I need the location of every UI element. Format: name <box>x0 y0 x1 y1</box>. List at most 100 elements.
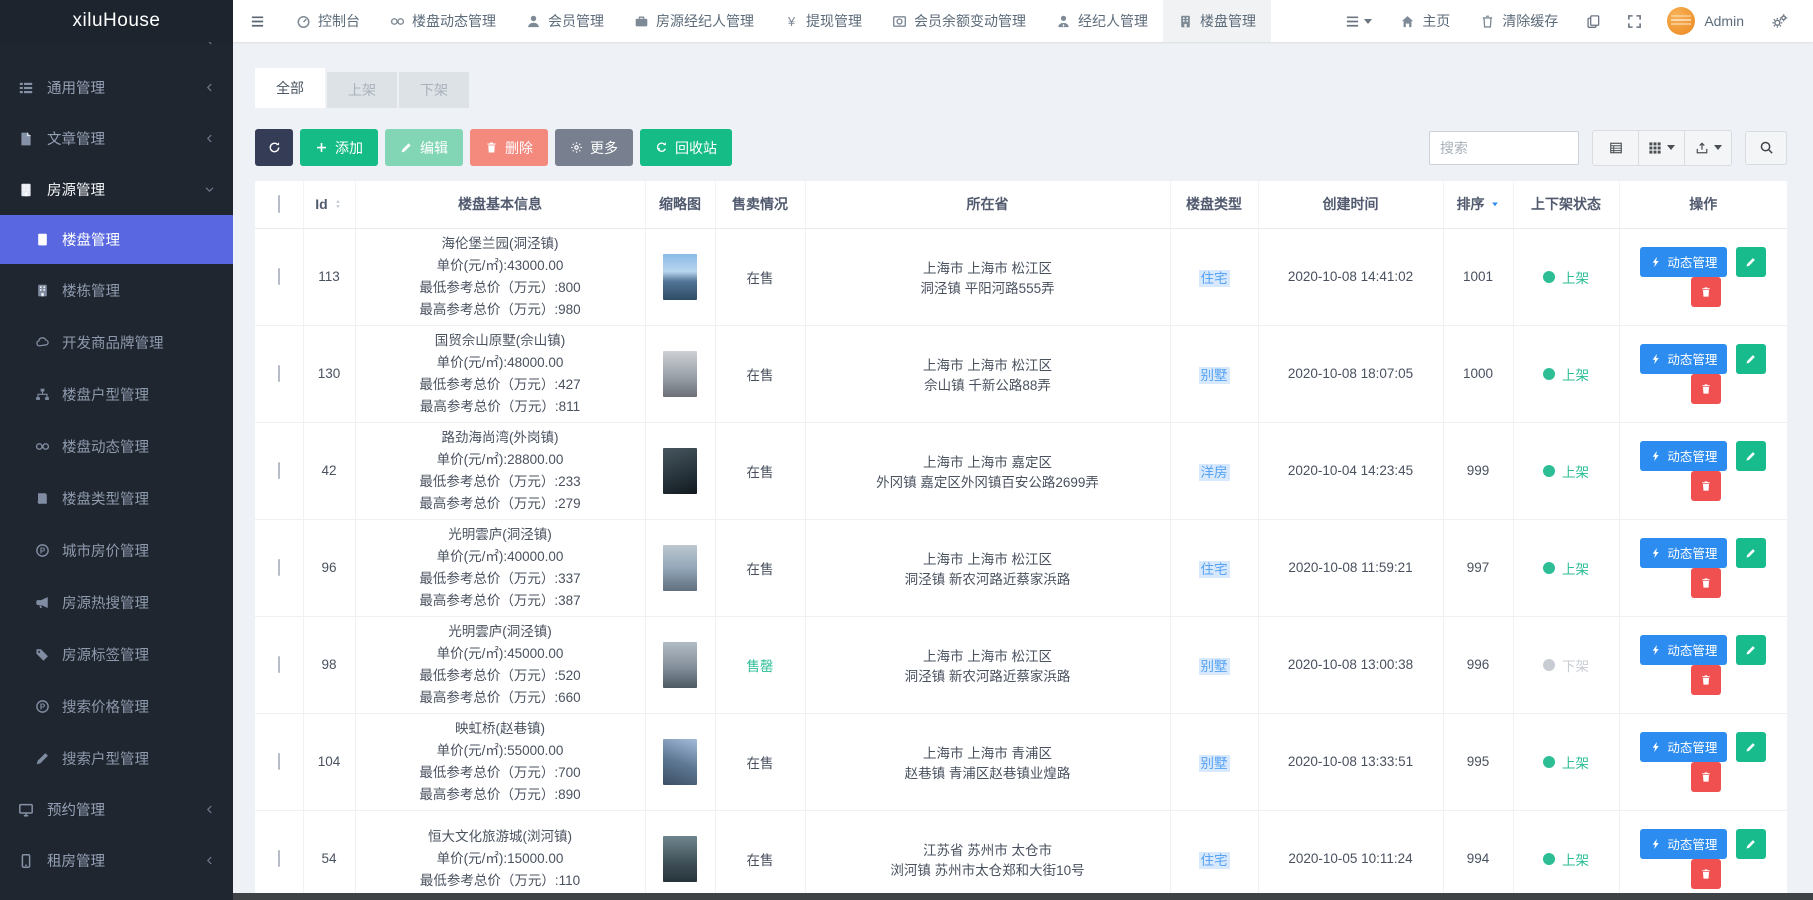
dynamic-manage-button[interactable]: 动态管理 <box>1640 634 1728 665</box>
filter-tab[interactable]: 全部 <box>255 68 325 108</box>
listing-thumbnail[interactable] <box>663 253 697 300</box>
listing-type-tag[interactable]: 别墅 <box>1198 366 1230 384</box>
listing-status[interactable]: 上架 <box>1543 461 1589 481</box>
sidebar-child-item[interactable]: 开发商品牌管理 <box>0 316 233 368</box>
select-all-checkbox[interactable] <box>277 195 280 214</box>
row-edit-button[interactable] <box>1736 246 1767 277</box>
column-header-province[interactable]: 所在省 <box>805 181 1171 229</box>
row-delete-button[interactable] <box>1690 761 1721 792</box>
listing-thumbnail[interactable] <box>663 738 697 785</box>
listing-type-tag[interactable]: 住宅 <box>1198 560 1230 578</box>
row-checkbox[interactable] <box>277 753 280 770</box>
listing-status[interactable]: 上架 <box>1543 849 1589 869</box>
home-link[interactable]: 主页 <box>1385 11 1465 31</box>
listing-thumbnail[interactable] <box>663 447 697 494</box>
topnav-item[interactable]: 控制台 <box>281 0 375 42</box>
sidebar-child-item[interactable]: 楼盘类型管理 <box>0 472 233 524</box>
dynamic-manage-button[interactable]: 动态管理 <box>1640 828 1728 859</box>
menu-list-dropdown[interactable] <box>1332 0 1385 42</box>
refresh-button[interactable] <box>255 129 293 166</box>
sidebar-child-item[interactable]: 房源热搜管理 <box>0 576 233 628</box>
export-dropdown-button[interactable] <box>1685 130 1731 165</box>
dynamic-manage-button[interactable]: 动态管理 <box>1640 440 1728 471</box>
sidebar-child-item[interactable]: 楼盘动态管理 <box>0 420 233 472</box>
listing-status[interactable]: 上架 <box>1543 558 1589 578</box>
topnav-item[interactable]: 房源经纪人管理 <box>619 0 769 42</box>
row-edit-button[interactable] <box>1736 343 1767 374</box>
topnav-item[interactable]: 楼盘动态管理 <box>375 0 511 42</box>
row-delete-button[interactable] <box>1690 858 1721 889</box>
row-checkbox[interactable] <box>277 656 280 673</box>
fullscreen-button[interactable] <box>1614 0 1655 42</box>
sidebar-group-item[interactable]: 通用管理 <box>0 62 233 113</box>
sidebar-group-item[interactable]: 文章管理 <box>0 113 233 164</box>
row-edit-button[interactable] <box>1736 537 1767 568</box>
sidebar-child-item[interactable]: 楼盘户型管理 <box>0 368 233 420</box>
row-edit-button[interactable] <box>1736 634 1767 665</box>
listing-type-tag[interactable]: 住宅 <box>1198 851 1230 869</box>
row-checkbox[interactable] <box>277 268 280 285</box>
row-checkbox[interactable] <box>277 462 280 479</box>
listing-status[interactable]: 上架 <box>1543 364 1589 384</box>
listing-thumbnail[interactable] <box>663 835 697 882</box>
clear-cache-button[interactable]: 清除缓存 <box>1465 11 1573 31</box>
sidebar-child-item[interactable]: 楼栋管理 <box>0 264 233 316</box>
recycle-bin-button[interactable]: 回收站 <box>640 129 732 166</box>
dynamic-manage-button[interactable]: 动态管理 <box>1640 537 1728 568</box>
row-delete-button[interactable] <box>1690 470 1721 501</box>
listing-type-tag[interactable]: 住宅 <box>1198 269 1230 287</box>
column-header-created[interactable]: 创建时间 <box>1258 181 1444 229</box>
sidebar-child-item[interactable]: 城市房价管理 <box>0 524 233 576</box>
row-edit-button[interactable] <box>1736 731 1767 762</box>
sidebar-item-clipped[interactable] <box>0 42 233 56</box>
filter-tab[interactable]: 上架 <box>327 72 397 108</box>
column-header-id[interactable]: Id <box>303 181 356 229</box>
row-edit-button[interactable] <box>1736 828 1767 859</box>
listing-status[interactable]: 下架 <box>1543 655 1589 675</box>
admin-username[interactable]: Admin <box>1704 13 1744 29</box>
sidebar-child-item[interactable]: 房源标签管理 <box>0 628 233 680</box>
dynamic-manage-button[interactable]: 动态管理 <box>1640 246 1728 277</box>
listing-status[interactable]: 上架 <box>1543 267 1589 287</box>
dynamic-manage-button[interactable]: 动态管理 <box>1640 343 1728 374</box>
row-edit-button[interactable] <box>1736 440 1767 471</box>
sidebar-child-item[interactable]: 楼盘管理 <box>0 215 233 264</box>
listing-thumbnail[interactable] <box>663 350 697 397</box>
column-header-sort[interactable]: 排序 <box>1443 181 1514 229</box>
copy-button[interactable] <box>1573 0 1614 42</box>
column-header-status[interactable]: 上下架状态 <box>1513 181 1620 229</box>
sidebar-group-item[interactable]: 租房管理 <box>0 835 233 886</box>
list-view-button[interactable] <box>1593 130 1639 165</box>
topnav-item[interactable]: 会员管理 <box>511 0 619 42</box>
admin-avatar[interactable] <box>1667 7 1696 35</box>
sidebar-group-item[interactable]: 预约管理 <box>0 784 233 835</box>
dynamic-manage-button[interactable]: 动态管理 <box>1640 731 1728 762</box>
sidebar-toggle-button[interactable] <box>233 0 281 42</box>
topnav-item[interactable]: 经纪人管理 <box>1041 0 1163 42</box>
edit-button[interactable]: 编辑 <box>385 129 463 166</box>
listing-status[interactable]: 上架 <box>1543 752 1589 772</box>
listing-type-tag[interactable]: 洋房 <box>1198 463 1230 481</box>
column-header-info[interactable]: 楼盘基本信息 <box>355 181 646 229</box>
horizontal-scrollbar[interactable] <box>233 893 1813 900</box>
column-header-type[interactable]: 楼盘类型 <box>1170 181 1259 229</box>
sidebar-group-item[interactable]: 房源管理 <box>0 164 233 215</box>
topnav-item[interactable]: 楼盘管理 <box>1163 0 1271 42</box>
row-delete-button[interactable] <box>1690 373 1721 404</box>
row-delete-button[interactable] <box>1690 276 1721 307</box>
listing-thumbnail[interactable] <box>663 544 697 591</box>
topnav-item[interactable]: 会员余额变动管理 <box>877 0 1041 42</box>
add-button[interactable]: 添加 <box>300 129 378 166</box>
row-checkbox[interactable] <box>277 365 280 382</box>
more-button[interactable]: 更多 <box>555 129 633 166</box>
columns-dropdown-button[interactable] <box>1639 130 1685 165</box>
row-checkbox[interactable] <box>277 559 280 576</box>
settings-button[interactable] <box>1758 0 1801 42</box>
sidebar-child-item[interactable]: 搜索户型管理 <box>0 732 233 784</box>
row-delete-button[interactable] <box>1690 567 1721 598</box>
search-button[interactable] <box>1745 130 1787 165</box>
row-checkbox[interactable] <box>277 850 280 867</box>
topnav-item[interactable]: 提现管理 <box>769 0 877 42</box>
listing-type-tag[interactable]: 别墅 <box>1198 657 1230 675</box>
listing-type-tag[interactable]: 别墅 <box>1198 754 1230 772</box>
